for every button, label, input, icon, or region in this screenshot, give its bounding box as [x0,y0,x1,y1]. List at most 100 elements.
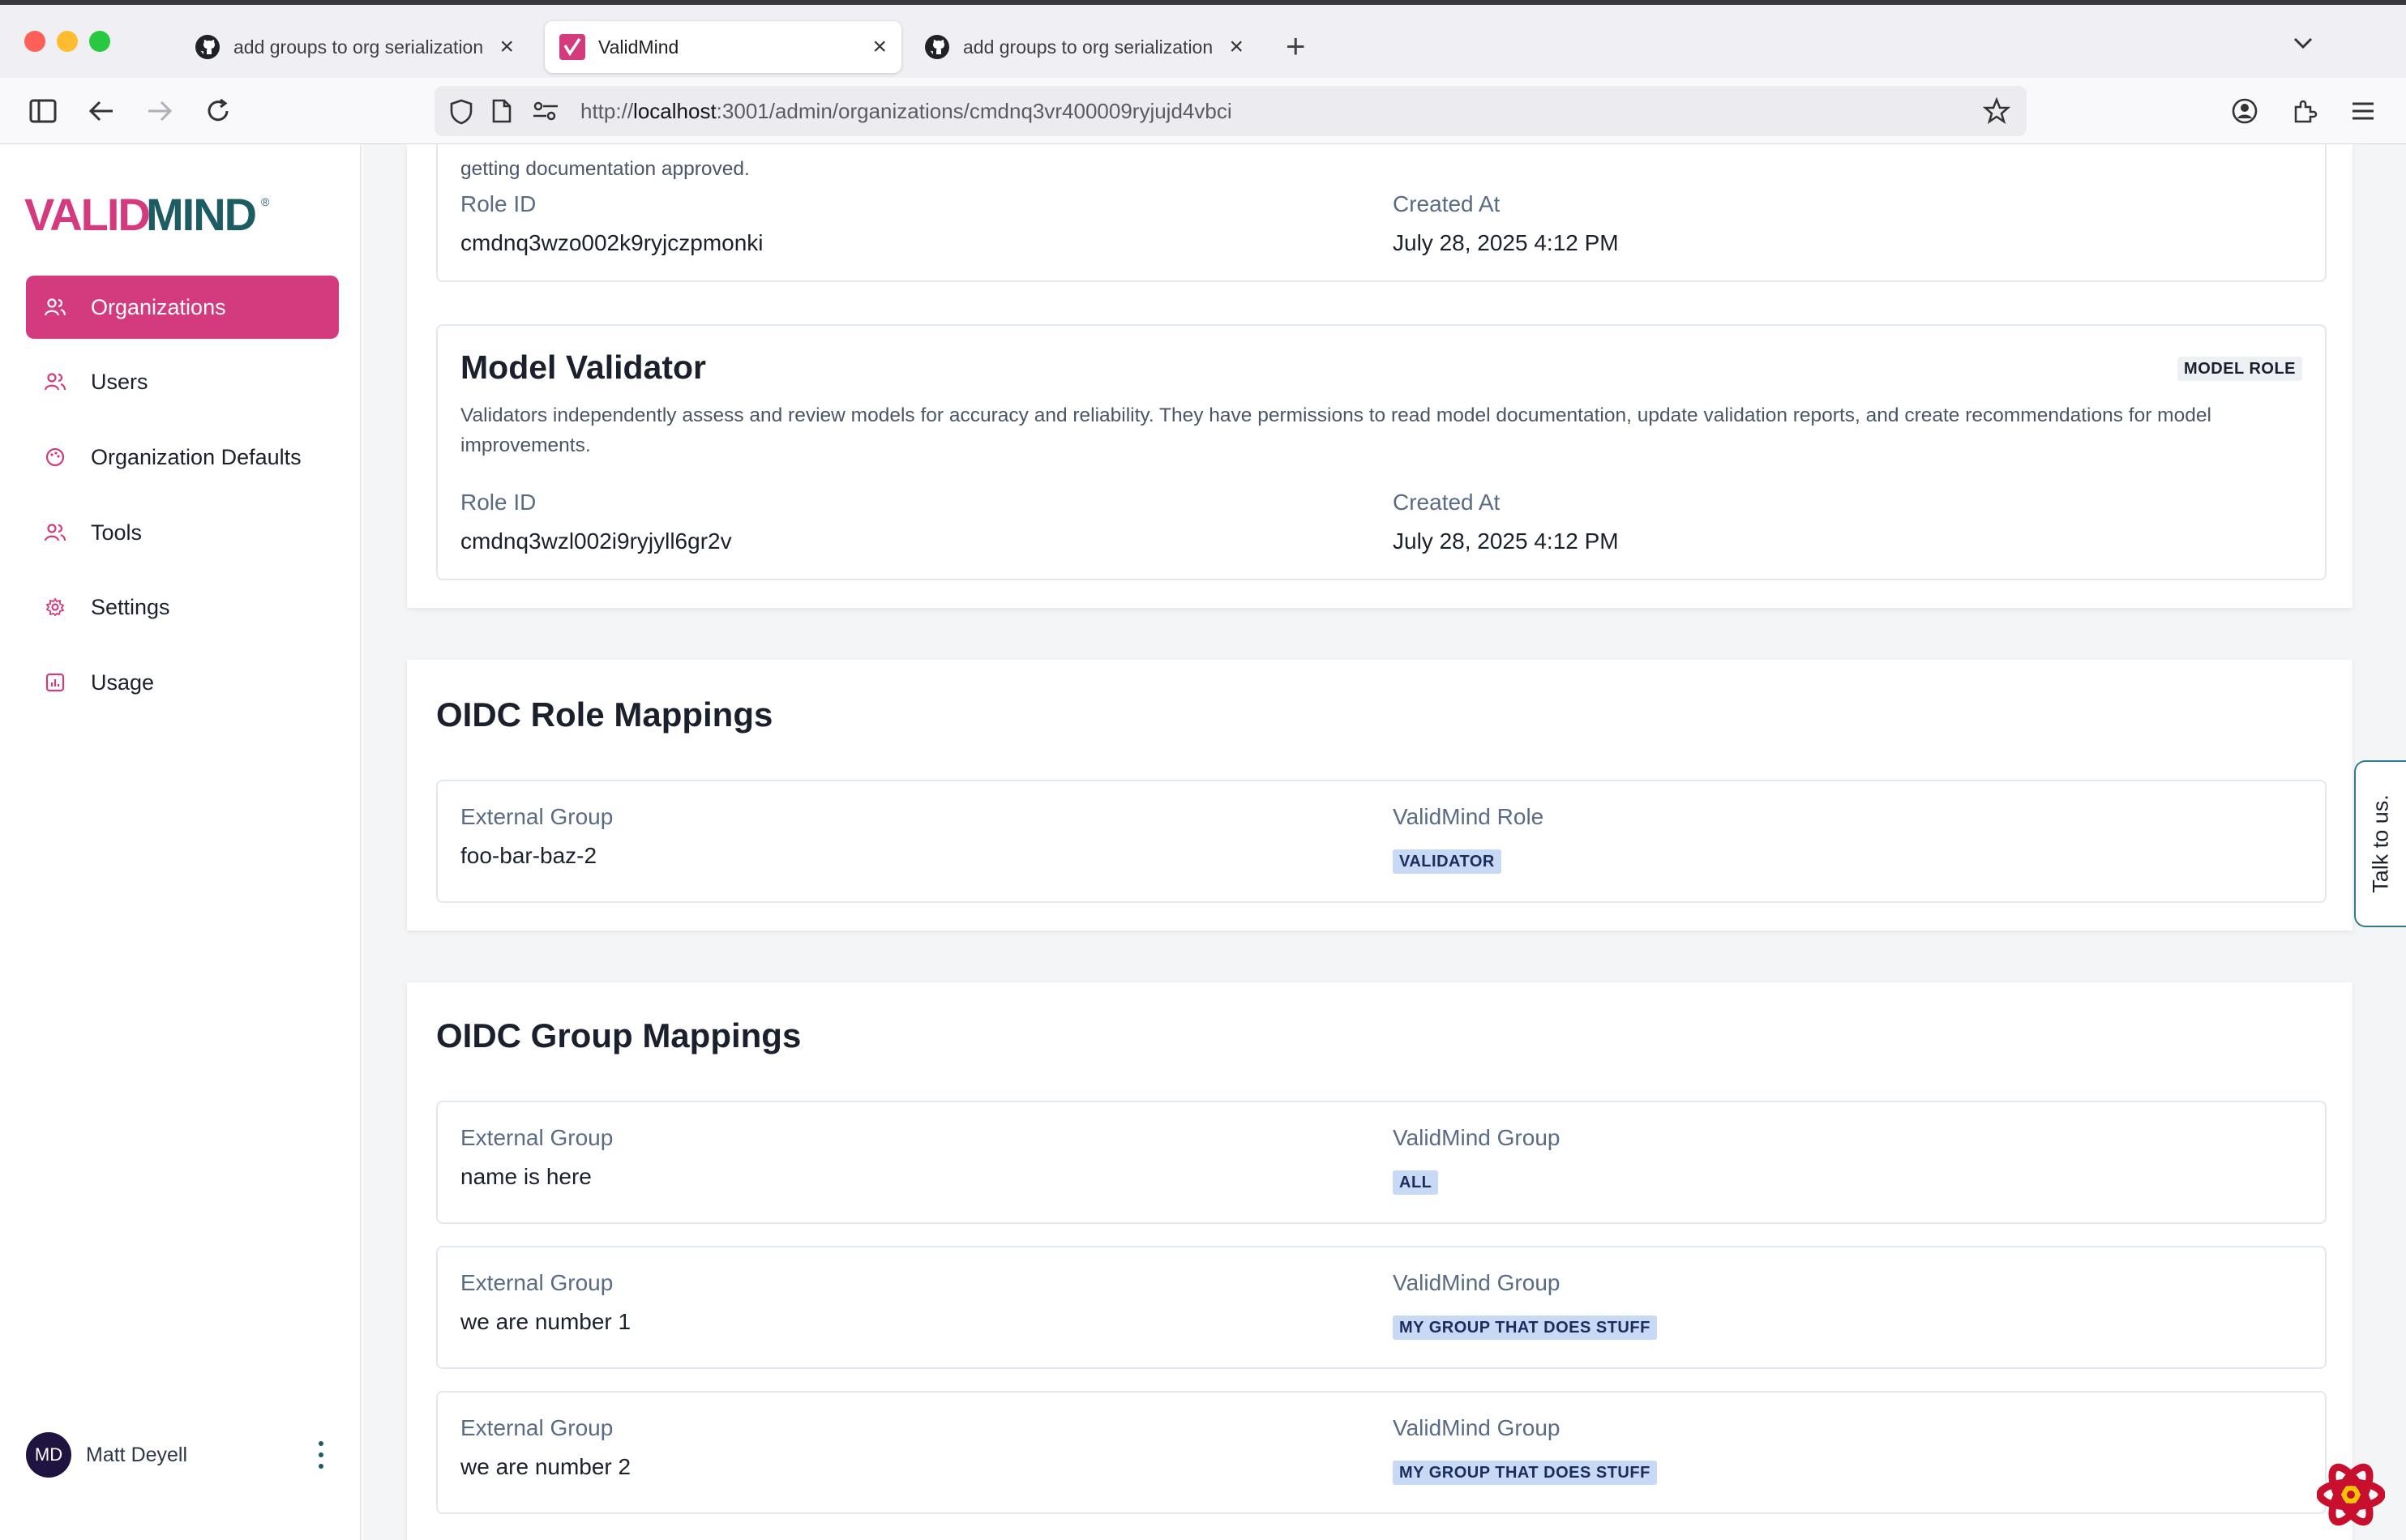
validmind-group-badge: ALL [1393,1170,1439,1195]
validmind-favicon-icon [559,34,585,60]
close-tab-icon[interactable]: × [1229,35,1244,59]
role-description: Validators independently assess and revi… [460,404,2211,456]
tab-title: add groups to org serialization by [233,36,490,58]
permissions-icon[interactable] [532,101,559,122]
talk-to-us-button[interactable]: Talk to us. [2354,760,2406,927]
forward-arrow-icon[interactable] [143,94,177,128]
sidebar-item-organization-defaults[interactable]: Organization Defaults [26,426,339,489]
validmind-group-label: ValidMind Group [1393,1270,1560,1295]
external-group-label: External Group [460,1270,614,1295]
oidc-role-mappings-panel: OIDC Role Mappings External Group foo-ba… [407,660,2352,930]
browser-tab-github-2[interactable]: add groups to org serialization by × [910,21,1258,73]
roles-panel: getting documentation approved. Role ID … [407,144,2352,608]
extensions-icon[interactable] [2288,94,2322,128]
sidebar-item-label: Usage [91,669,155,695]
browser-nav-bar: http://localhost:3001/admin/organization… [0,78,2406,144]
reload-icon[interactable] [201,94,235,128]
svg-text:MIND: MIND [146,190,256,235]
validmind-role-badge: VALIDATOR [1393,849,1501,874]
account-icon[interactable] [2228,94,2262,128]
close-window-button[interactable] [24,31,45,52]
created-at-value: July 28, 2025 4:12 PM [1393,528,1619,554]
role-id-label: Role ID [460,490,537,515]
browser-tab-bar: add groups to org serialization by × Val… [0,0,2406,78]
sidebar-item-usage[interactable]: Usage [26,651,339,714]
oidc-group-mapping-row: External Group name is here ValidMind Gr… [436,1101,2327,1224]
bookmark-star-icon[interactable] [1983,97,2010,125]
users-icon [44,521,66,544]
created-at-value: July 28, 2025 4:12 PM [1393,230,1619,255]
new-tab-button[interactable]: + [1286,26,1306,66]
chart-icon [44,671,66,694]
section-title: OIDC Role Mappings [436,695,773,734]
sidebar: VALID MIND ® Organizations Users Organiz… [0,144,362,1540]
external-group-value: name is here [460,1164,592,1189]
oidc-group-mappings-panel: OIDC Group Mappings External Group name … [407,982,2352,1540]
back-arrow-icon[interactable] [84,94,118,128]
sidebar-item-label: Settings [91,594,170,619]
browser-tab-validmind[interactable]: ValidMind × [545,21,901,73]
external-group-label: External Group [460,1125,614,1150]
main-content: getting documentation approved. Role ID … [363,144,2406,1540]
chevron-down-icon[interactable] [2289,29,2317,57]
react-devtools-icon[interactable] [2317,1461,2385,1529]
browser-tab-github-1[interactable]: add groups to org serialization by × [180,21,529,73]
maximize-window-button[interactable] [89,31,110,52]
github-icon [195,35,220,59]
sidebar-item-organizations[interactable]: Organizations [26,276,339,339]
users-icon [44,370,66,393]
tab-title: ValidMind [598,36,679,58]
page-icon[interactable] [491,99,512,123]
users-icon [44,296,66,319]
validmind-group-badge: MY GROUP THAT DOES STUFF [1393,1461,1657,1485]
model-role-badge: MODEL ROLE [2177,357,2302,381]
close-tab-icon[interactable]: × [499,35,514,59]
validmind-group-badge: MY GROUP THAT DOES STUFF [1393,1315,1657,1340]
external-group-label: External Group [460,1415,614,1440]
oidc-role-mapping-row: External Group foo-bar-baz-2 ValidMind R… [436,780,2327,903]
user-profile[interactable]: MD Matt Deyell [26,1431,339,1478]
external-group-value: we are number 2 [460,1454,631,1479]
sidebar-item-settings[interactable]: Settings [26,575,339,639]
validmind-group-label: ValidMind Group [1393,1415,1560,1440]
created-at-label: Created At [1393,490,1501,515]
sidebar-item-users[interactable]: Users [26,350,339,413]
role-card-model-validator: Model Validator MODEL ROLE Validators in… [436,324,2327,580]
minimize-window-button[interactable] [57,31,78,52]
svg-text:VALID: VALID [24,190,149,235]
sidebar-item-label: Tools [91,520,143,545]
address-bar[interactable]: http://localhost:3001/admin/organization… [435,86,2027,136]
validmind-logo: VALID MIND ® [24,190,270,235]
shield-icon[interactable] [449,99,473,125]
oidc-group-mapping-row: External Group we are number 2 ValidMind… [436,1391,2327,1514]
more-options-icon[interactable] [316,1436,326,1474]
role-id-label: Role ID [460,191,537,216]
role-description: getting documentation approved. [460,158,750,180]
palette-icon [44,446,66,468]
sidebar-item-tools[interactable]: Tools [26,501,339,564]
section-title: OIDC Group Mappings [436,1016,802,1054]
url-text[interactable]: http://localhost:3001/admin/organization… [580,86,1232,136]
role-id-value: cmdnq3wzl002i9ryjyll6gr2v [460,528,732,554]
role-title: Model Validator [460,349,706,386]
created-at-label: Created At [1393,191,1501,216]
oidc-group-mapping-row: External Group we are number 1 ValidMind… [436,1246,2327,1369]
external-group-value: foo-bar-baz-2 [460,843,597,868]
sidebar-item-label: Organizations [91,294,226,319]
sidebar-toggle-icon[interactable] [26,94,60,128]
role-card: getting documentation approved. Role ID … [436,144,2327,282]
github-icon [925,35,949,59]
menu-icon[interactable] [2346,94,2380,128]
validmind-role-label: ValidMind Role [1393,804,1544,829]
sidebar-item-label: Users [91,369,148,394]
close-tab-icon[interactable]: × [872,35,887,59]
avatar: MD [26,1432,71,1478]
svg-text:®: ® [261,195,270,208]
external-group-label: External Group [460,804,614,829]
validmind-group-label: ValidMind Group [1393,1125,1560,1150]
sidebar-item-label: Organization Defaults [91,444,302,469]
external-group-value: we are number 1 [460,1309,631,1334]
gear-icon [44,596,66,618]
user-name: Matt Deyell [86,1443,188,1466]
role-id-value: cmdnq3wzo002k9ryjczpmonki [460,230,764,255]
